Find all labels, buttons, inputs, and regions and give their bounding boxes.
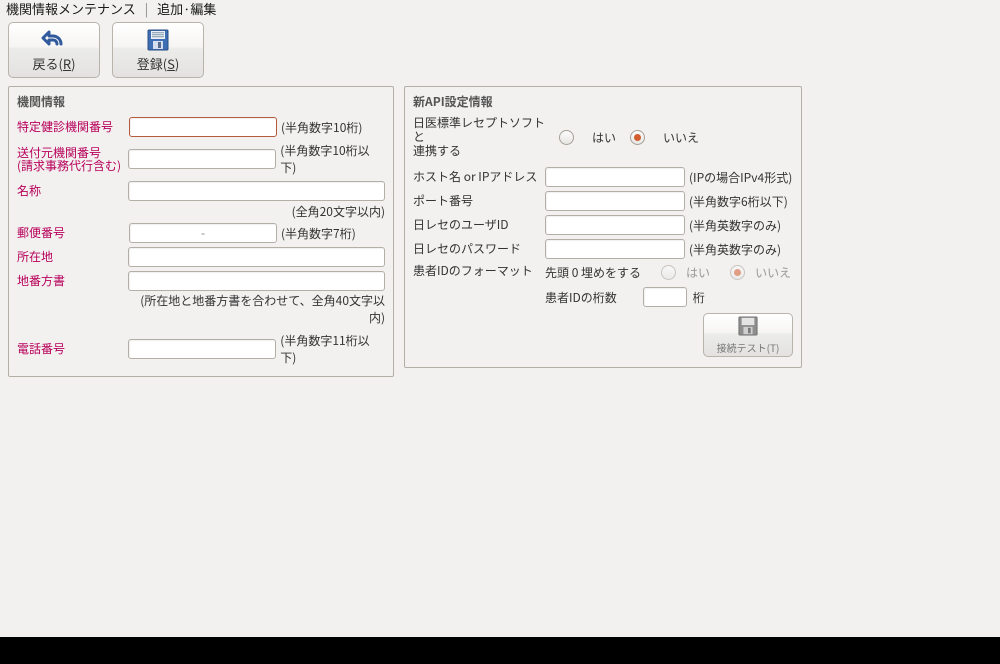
floppy-disk-icon	[738, 316, 758, 340]
name-hint: (全角20文字以内)	[17, 202, 385, 222]
back-button-label: 戻る(R)	[32, 54, 75, 73]
title-bar: 機関情報メンテナンス | 追加·編集	[0, 0, 1000, 18]
save-button[interactable]: 登録(S)	[112, 22, 204, 78]
pid-pad-label: 先頭 0 埋めをする	[545, 264, 641, 281]
zip-hint: (半角数字7桁)	[281, 225, 356, 242]
host-label: ホスト名 or IPアドレス	[413, 170, 545, 184]
addr-hint: (所在地と地番方書を合わせて、全角40文字以内)	[17, 292, 385, 332]
port-hint: (半角数字6桁以下)	[689, 193, 788, 210]
pass-hint: (半角英数字のみ)	[689, 241, 781, 258]
sender-no-input[interactable]	[128, 149, 276, 169]
link-label: 日医標準レセプトソフトと 連携する	[413, 116, 545, 158]
title-separator: |	[145, 0, 149, 18]
inst-no-hint: (半角数字10桁)	[281, 119, 362, 136]
link-no-radio[interactable]	[630, 130, 645, 145]
tel-label: 電話番号	[17, 342, 128, 356]
connection-test-button[interactable]: 接続テスト(T)	[703, 313, 793, 357]
user-label: 日レセのユーザID	[413, 218, 545, 232]
host-input[interactable]	[545, 167, 685, 187]
institution-panel-title: 機関情報	[17, 93, 385, 110]
pid-no-radio[interactable]	[730, 265, 745, 280]
inst-no-label: 特定健診機関番号	[17, 120, 129, 134]
pass-input[interactable]	[545, 239, 685, 259]
port-label: ポート番号	[413, 194, 545, 208]
institution-info-panel: 機関情報 特定健診機関番号 (半角数字10桁) 送付元機関番号 (請求事務代行含…	[8, 86, 394, 377]
toolbar: 戻る(R) 登録(S)	[0, 18, 1000, 82]
inst-no-input[interactable]	[129, 117, 277, 137]
chiban-label: 地番方書	[17, 274, 128, 288]
user-hint: (半角英数字のみ)	[689, 217, 781, 234]
link-no-label: いいえ	[663, 129, 699, 146]
user-input[interactable]	[545, 215, 685, 235]
pid-format-label: 患者IDのフォーマット	[413, 264, 545, 278]
pid-yes-radio[interactable]	[661, 265, 676, 280]
pid-len-label: 患者IDの桁数	[545, 289, 617, 306]
addr-label: 所在地	[17, 250, 128, 264]
link-yes-label: はい	[592, 129, 616, 146]
zip-label: 郵便番号	[17, 226, 129, 240]
port-input[interactable]	[545, 191, 685, 211]
undo-arrow-icon	[41, 28, 67, 52]
name-label: 名称	[17, 184, 128, 198]
save-button-label: 登録(S)	[137, 54, 180, 73]
sender-no-hint: (半角数字10桁以下)	[280, 142, 385, 176]
pid-len-unit: 桁	[693, 289, 705, 306]
zip-input[interactable]	[129, 223, 277, 243]
pid-yes-label: はい	[686, 264, 710, 281]
api-settings-panel: 新API設定情報 日医標準レセプトソフトと 連携する はい いいえ ホスト名 o…	[404, 86, 802, 368]
tel-hint: (半角数字11桁以下)	[280, 332, 385, 366]
title-main: 機関情報メンテナンス	[6, 0, 136, 18]
chiban-input[interactable]	[128, 271, 385, 291]
pass-label: 日レセのパスワード	[413, 242, 545, 256]
tel-input[interactable]	[128, 339, 276, 359]
pid-len-input[interactable]	[643, 287, 687, 307]
name-input[interactable]	[128, 181, 385, 201]
pid-no-label: いいえ	[755, 264, 791, 281]
link-yes-radio[interactable]	[559, 130, 574, 145]
sender-no-label: 送付元機関番号 (請求事務代行含む)	[17, 146, 128, 172]
api-panel-title: 新API設定情報	[413, 93, 793, 110]
title-sub: 追加·編集	[157, 0, 216, 18]
host-hint: (IPの場合IPv4形式)	[689, 169, 792, 186]
addr-input[interactable]	[128, 247, 385, 267]
connection-test-label: 接続テスト(T)	[717, 340, 780, 355]
floppy-disk-icon	[145, 28, 171, 52]
app-window: 機関情報メンテナンス | 追加·編集 戻る(R)	[0, 0, 1000, 637]
back-button[interactable]: 戻る(R)	[8, 22, 100, 78]
